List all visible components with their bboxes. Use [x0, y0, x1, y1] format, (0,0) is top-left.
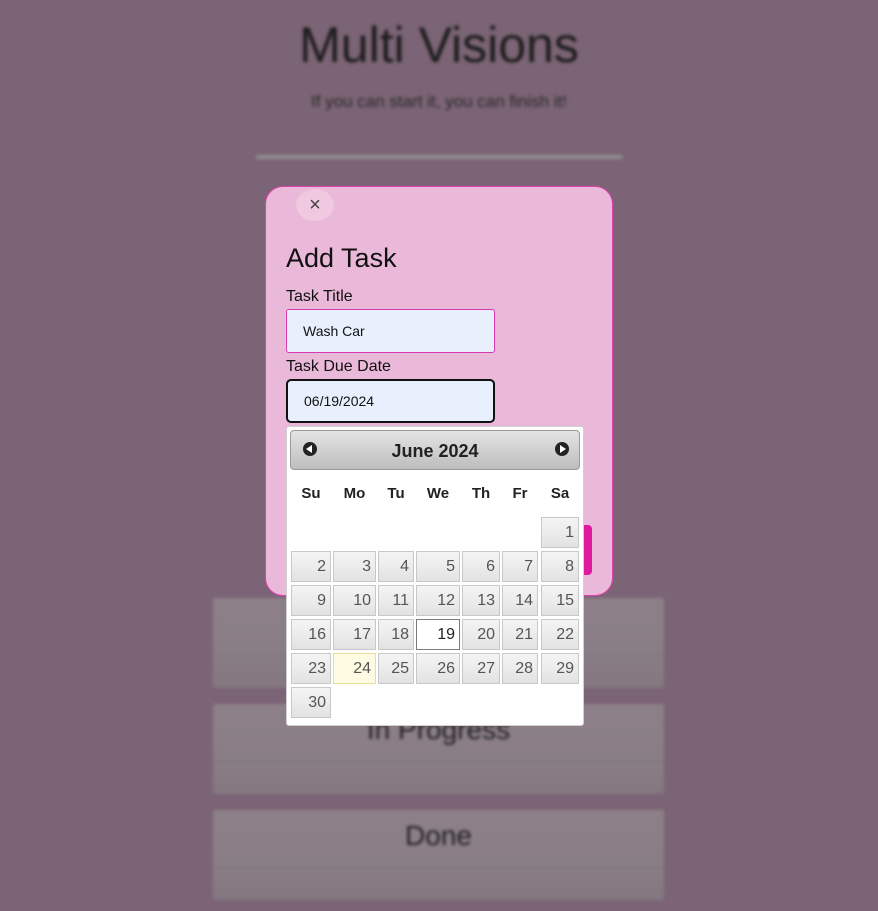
day-cell[interactable]: 29: [541, 653, 579, 684]
day-cell[interactable]: 20: [462, 619, 500, 650]
day-cell[interactable]: 7: [502, 551, 538, 582]
next-month-icon[interactable]: [555, 442, 569, 456]
column-divider: [213, 867, 664, 868]
page-tagline: If you can start it, you can finish it!: [310, 92, 568, 111]
datepicker: June 2024 Su Mo Tu We Th Fr Sa 1 2 3 4 5 6 7 8 9 10 11 12…: [286, 426, 584, 726]
day-cell[interactable]: 25: [378, 653, 414, 684]
modal-title: Add Task: [286, 243, 397, 273]
day-cell[interactable]: 15: [541, 585, 579, 616]
weekday-header: Mo: [343, 485, 366, 502]
day-cell[interactable]: 17: [333, 619, 376, 650]
datepicker-header: June 2024: [290, 430, 580, 470]
day-cell[interactable]: 24: [333, 653, 376, 684]
day-cell[interactable]: 6: [462, 551, 500, 582]
task-title-input[interactable]: [286, 309, 495, 353]
day-cell[interactable]: 11: [378, 585, 414, 616]
column-divider: [213, 761, 664, 762]
day-cell[interactable]: 16: [291, 619, 331, 650]
day-cell[interactable]: 13: [462, 585, 500, 616]
day-cell[interactable]: 9: [291, 585, 331, 616]
day-cell[interactable]: 14: [502, 585, 538, 616]
day-cell[interactable]: 26: [416, 653, 460, 684]
day-cell[interactable]: 2: [291, 551, 331, 582]
page-title: Multi Visions: [299, 17, 579, 73]
day-cell[interactable]: 12: [416, 585, 460, 616]
day-cell[interactable]: 1: [541, 517, 579, 548]
weekday-header: Tu: [387, 485, 405, 502]
day-cell[interactable]: 8: [541, 551, 579, 582]
day-cell[interactable]: 18: [378, 619, 414, 650]
day-cell[interactable]: 27: [462, 653, 500, 684]
day-cell[interactable]: 28: [502, 653, 538, 684]
due-date-input[interactable]: [286, 379, 495, 423]
close-button[interactable]: ×: [296, 189, 334, 221]
weekday-header: Th: [471, 485, 491, 502]
day-cell[interactable]: 19: [416, 619, 460, 650]
datepicker-month-label: June 2024: [391, 441, 479, 461]
day-cell[interactable]: 23: [291, 653, 331, 684]
weekday-header: Su: [301, 485, 321, 502]
weekday-header: Sa: [550, 485, 570, 502]
weekday-header: We: [426, 485, 450, 502]
day-cell[interactable]: 10: [333, 585, 376, 616]
day-cell[interactable]: 4: [378, 551, 414, 582]
day-cell[interactable]: 30: [291, 687, 331, 718]
day-cell[interactable]: 22: [541, 619, 579, 650]
column-label: Done: [405, 820, 472, 851]
day-cell[interactable]: 5: [416, 551, 460, 582]
column-done: Done: [213, 810, 664, 900]
day-cell[interactable]: 3: [333, 551, 376, 582]
divider: [256, 155, 622, 159]
task-title-label: Task Title: [286, 288, 353, 305]
due-date-label: Task Due Date: [286, 358, 391, 375]
day-cell[interactable]: 21: [502, 619, 538, 650]
weekday-header: Fr: [512, 485, 528, 502]
